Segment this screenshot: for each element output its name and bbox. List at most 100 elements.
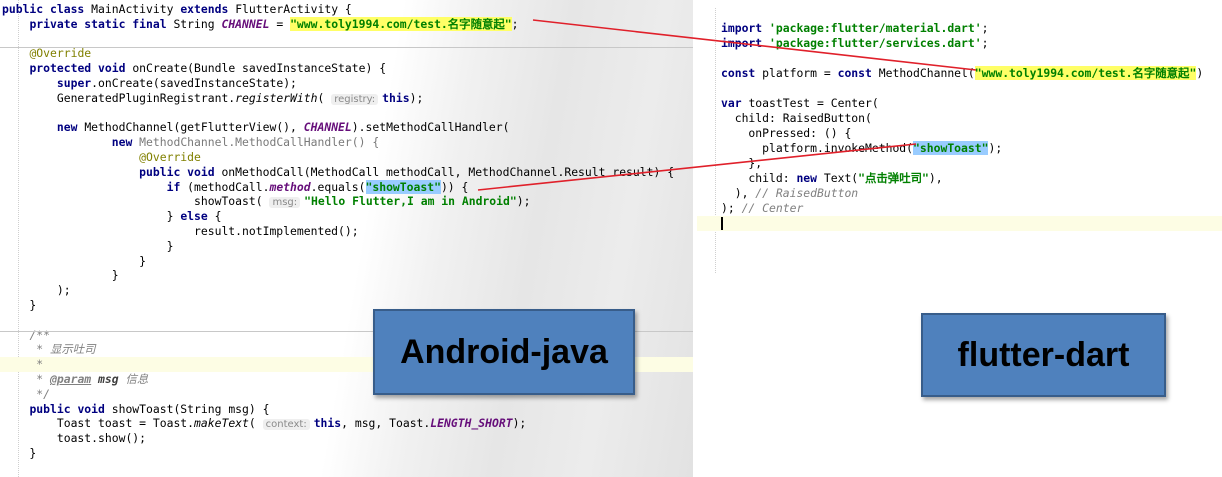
code-token: ;	[981, 21, 989, 35]
code-token: CHANNEL	[221, 16, 270, 31]
code-token: @Override	[29, 46, 92, 61]
code-line: protected void onCreate(Bundle savedInst…	[0, 61, 693, 76]
code-token: },	[721, 156, 763, 170]
code-token: MethodChannel(getFlutterView(),	[84, 120, 304, 135]
android-java-label-text: Android-java	[400, 332, 608, 371]
java-code-editor[interactable]: public class MainActivity extends Flutte…	[0, 0, 693, 477]
code-token: MethodChannel.MethodCallHandler() {	[139, 135, 380, 150]
code-token: showToast(String msg) {	[111, 401, 270, 416]
code-token: )	[1196, 66, 1204, 80]
code-line: @Override	[0, 150, 693, 165]
code-token: "Hello Flutter,I am in Android"	[304, 194, 517, 209]
code-token: platform =	[762, 66, 838, 80]
code-line: public void onMethodCall(MethodCall meth…	[0, 165, 693, 180]
code-token: new	[111, 135, 140, 150]
code-line: public class MainActivity extends Flutte…	[0, 2, 693, 17]
code-line: );	[0, 283, 693, 298]
code-token: this	[382, 90, 410, 105]
code-token: MainActivity	[91, 2, 181, 16]
code-line: onPressed: () {	[697, 126, 1222, 141]
code-token: );	[409, 90, 424, 105]
code-token: }	[2, 446, 37, 460]
code-line: private static final String CHANNEL = "w…	[0, 16, 693, 32]
code-token: (methodCall.	[187, 179, 270, 194]
code-line: }	[0, 268, 693, 283]
code-token: "showToast"	[365, 179, 441, 194]
code-token: }	[2, 253, 147, 268]
android-java-label: Android-java	[373, 309, 635, 395]
code-token: LENGTH_SHORT	[430, 416, 513, 431]
code-token: "showToast"	[913, 141, 989, 155]
code-token: "www.toly1994.com/test.名字随意起"	[974, 66, 1197, 80]
code-line: import 'package:flutter/services.dart';	[697, 36, 1222, 51]
code-token: Text(	[823, 171, 859, 185]
code-token: toast.show();	[2, 431, 147, 446]
code-line: new MethodChannel(getFlutterView(), CHAN…	[0, 120, 693, 135]
code-token: showToast(	[2, 194, 270, 209]
code-line: new MethodChannel.MethodCallHandler() {	[0, 135, 693, 150]
dart-code-editor[interactable]: import 'package:flutter/material.dart'; i…	[697, 8, 1222, 273]
code-line: var toastTest = Center(	[697, 96, 1222, 111]
code-token: public void	[29, 401, 112, 416]
code-line	[697, 216, 1222, 231]
code-token: *	[36, 372, 51, 386]
code-token: );	[988, 141, 1003, 155]
code-token: var	[721, 96, 749, 110]
code-token: FlutterActivity {	[235, 2, 352, 16]
code-line: GeneratedPluginRegistrant.registerWith( …	[0, 91, 693, 106]
code-line: }	[0, 254, 693, 269]
code-token: platform.invokeMethod(	[721, 141, 914, 155]
code-token: }	[2, 238, 174, 253]
code-token: );	[721, 201, 742, 215]
parameter-hint: context:	[262, 419, 310, 431]
code-token: private static final	[29, 16, 174, 31]
code-token: );	[2, 283, 71, 298]
code-token: );	[516, 194, 531, 209]
code-token: CHANNEL	[303, 120, 352, 135]
code-token: extends	[180, 2, 236, 16]
code-token: this	[313, 416, 342, 431]
code-token: "点击弹吐司"	[858, 171, 929, 185]
code-line: import 'package:flutter/material.dart';	[697, 21, 1222, 36]
code-line: showToast( msg: "Hello Flutter,I am in An…	[0, 194, 693, 209]
code-token: );	[512, 416, 527, 431]
code-token: new	[796, 171, 824, 185]
code-token: toastTest = Center(	[748, 96, 879, 110]
code-token: // Center	[741, 201, 804, 215]
code-line: child: RaisedButton(	[697, 111, 1222, 126]
code-token: import	[721, 36, 770, 50]
code-token: else	[180, 209, 215, 224]
code-line: public void showToast(String msg) {	[0, 402, 693, 417]
code-line: result.notImplemented();	[0, 224, 693, 239]
code-token: ).setMethodCallHandler(	[351, 120, 510, 135]
code-token: }	[2, 209, 181, 224]
code-token: )) {	[440, 179, 469, 194]
code-token: import	[721, 21, 770, 35]
code-token: "www.toly1994.com/test.名字随意起"	[290, 16, 512, 31]
code-token: }	[2, 268, 119, 283]
code-token: onCreate(Bundle savedInstanceState) {	[132, 61, 387, 76]
code-token: makeText	[194, 416, 249, 431]
code-token: , msg, Toast.	[341, 416, 431, 431]
code-token: registerWith	[235, 90, 318, 105]
code-token: if	[166, 179, 188, 194]
code-line: }	[0, 239, 693, 254]
code-token: .equals(	[310, 179, 366, 194]
code-token: */	[36, 386, 51, 401]
parameter-hint: msg:	[269, 197, 301, 209]
code-token: super	[56, 76, 92, 90]
method-separator	[0, 47, 693, 48]
code-line: Toast toast = Toast.makeText( context: th…	[0, 416, 693, 431]
code-token: 信息	[118, 372, 149, 386]
